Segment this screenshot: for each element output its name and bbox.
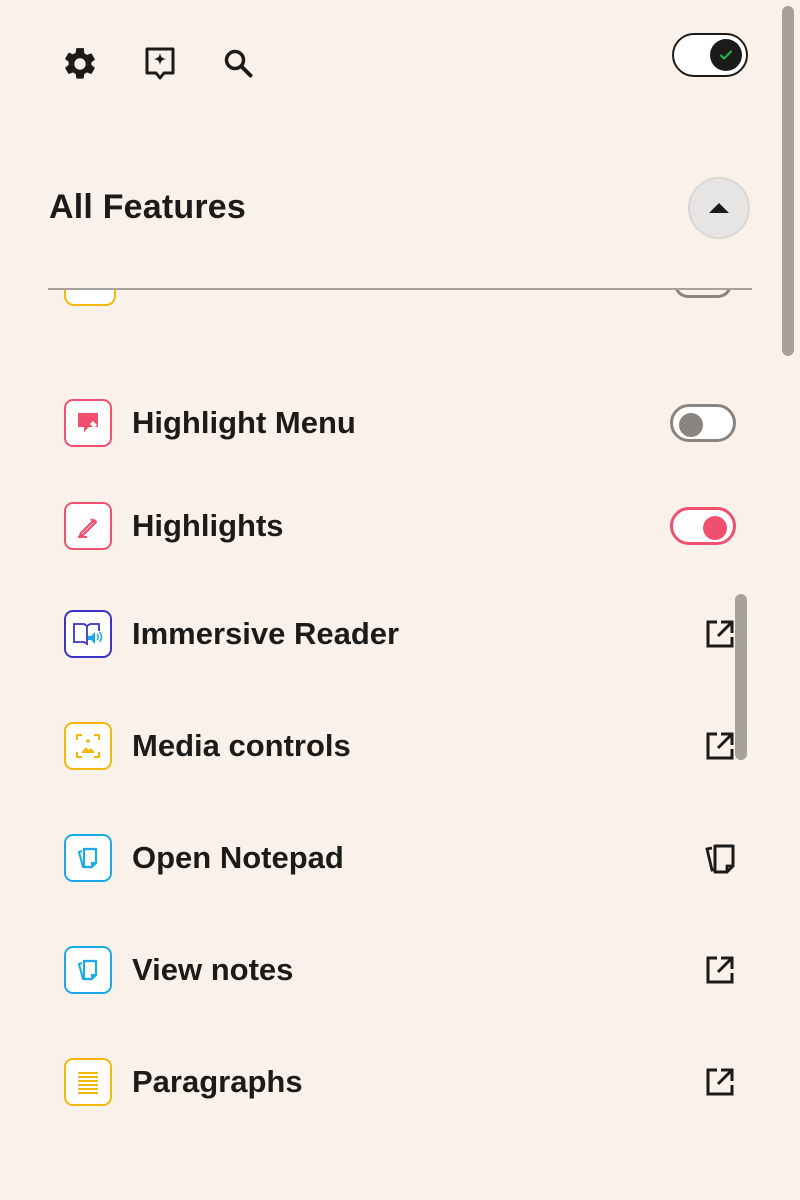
highlight-menu-icon: [64, 399, 112, 447]
search-icon[interactable]: [219, 44, 259, 84]
highlights-toggle[interactable]: [670, 507, 736, 545]
feature-row-paragraphs: Paragraphs: [64, 1054, 736, 1110]
paragraph-lines-icon: [64, 1058, 112, 1106]
pencil-icon: [64, 502, 112, 550]
external-link-icon[interactable]: [700, 950, 740, 990]
media-icon: [64, 722, 112, 770]
feature-label: Open Notepad: [132, 840, 344, 875]
master-toggle[interactable]: [672, 33, 748, 77]
highlight-menu-toggle[interactable]: [670, 404, 736, 442]
gear-icon[interactable]: [60, 44, 100, 84]
list-item-partial: [64, 290, 116, 306]
feature-label: Highlights: [132, 508, 284, 543]
collapse-button[interactable]: [688, 177, 750, 239]
feature-row-highlights: Highlights: [64, 498, 736, 554]
feature-row-view-notes: View notes: [64, 942, 736, 998]
immersive-reader-icon: [64, 610, 112, 658]
top-toolbar: [0, 0, 800, 130]
feature-label: View notes: [132, 952, 294, 987]
section-title: All Features: [49, 188, 247, 226]
caret-up-icon: [709, 203, 729, 213]
feature-row-media-controls: Media controls: [64, 718, 736, 774]
check-icon: [710, 39, 742, 71]
feature-list: Highlight Menu Highlights Immersive Read…: [0, 290, 800, 1200]
notepad-icon: [64, 834, 112, 882]
feature-label: Highlight Menu: [132, 405, 356, 440]
feature-label: Media controls: [132, 728, 351, 763]
feature-row-open-notepad: Open Notepad: [64, 830, 736, 886]
notepad-icon: [64, 946, 112, 994]
feature-label: Immersive Reader: [132, 616, 400, 651]
feature-row-highlight-menu: Highlight Menu: [64, 395, 736, 451]
external-link-icon[interactable]: [700, 726, 740, 766]
toggle-partial: [674, 290, 732, 298]
feature-row-immersive-reader: Immersive Reader: [64, 606, 736, 662]
page-scrollbar[interactable]: [782, 6, 794, 356]
copy-notes-icon[interactable]: [700, 838, 740, 878]
external-link-icon[interactable]: [700, 1062, 740, 1102]
list-scrollbar[interactable]: [735, 594, 747, 760]
sparkle-note-icon[interactable]: [140, 44, 180, 84]
feature-label: Paragraphs: [132, 1064, 303, 1099]
external-link-icon[interactable]: [700, 614, 740, 654]
